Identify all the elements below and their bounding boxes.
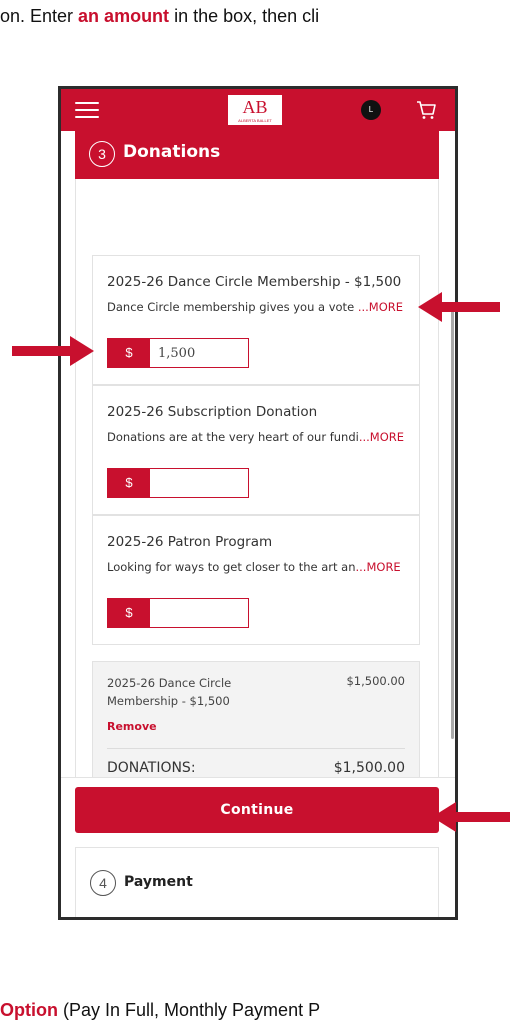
app-header: AB ALBERTA BALLET L xyxy=(61,89,455,131)
instruction-highlight: an amount xyxy=(78,6,170,26)
donation-summary: 2025-26 Dance Circle Membership - $1,500… xyxy=(92,661,420,791)
step-number: 3 xyxy=(89,141,115,167)
amount-input[interactable] xyxy=(154,602,246,624)
continue-bar: Continue xyxy=(61,777,455,846)
more-link[interactable]: ...MORE xyxy=(356,560,401,574)
donation-card-dance-circle: 2025-26 Dance Circle Membership - $1,500… xyxy=(92,255,420,385)
amount-field[interactable]: $ xyxy=(107,338,249,368)
donation-desc-text: Dance Circle membership gives you a vote xyxy=(107,300,358,314)
donation-card-patron: 2025-26 Patron Program Looking for ways … xyxy=(92,515,420,645)
scrollbar[interactable] xyxy=(451,309,454,739)
amount-input[interactable] xyxy=(154,472,246,494)
donation-desc-text: Donations are at the very heart of our f… xyxy=(107,430,359,444)
donation-title: 2025-26 Subscription Donation xyxy=(107,404,318,420)
phone-frame: AB ALBERTA BALLET L 3 Donations 2025-26 D… xyxy=(58,86,458,920)
donation-card-subscription: 2025-26 Subscription Donation Donations … xyxy=(92,385,420,515)
donation-desc: Dance Circle membership gives you a vote… xyxy=(107,300,403,314)
logo-subtext: ALBERTA BALLET xyxy=(238,118,272,123)
instruction-text-top: on. Enter an amount in the box, then cli xyxy=(0,6,319,27)
logo[interactable]: AB ALBERTA BALLET xyxy=(228,95,282,125)
instruction-post: in the box, then cli xyxy=(169,6,320,26)
instruction-post: (Pay In Full, Monthly Payment P xyxy=(57,1000,321,1020)
arrow-right-icon xyxy=(12,336,94,366)
section-title: Payment xyxy=(124,874,193,890)
payment-section-header[interactable]: 4 Payment xyxy=(75,847,439,917)
donation-desc: Donations are at the very heart of our f… xyxy=(107,430,404,444)
instruction-text-bottom: Option (Pay In Full, Monthly Payment P xyxy=(0,1000,320,1021)
donation-title: 2025-26 Dance Circle Membership - $1,500 xyxy=(107,274,402,290)
amount-input[interactable] xyxy=(154,342,246,364)
step-number: 4 xyxy=(90,870,116,896)
avatar[interactable]: L xyxy=(361,100,381,120)
arrow-left-icon xyxy=(418,292,500,322)
amount-field[interactable]: $ xyxy=(107,598,249,628)
summary-total: $1,500.00 xyxy=(333,760,405,776)
currency-label: $ xyxy=(108,599,150,627)
instruction-highlight: Option xyxy=(0,1000,58,1020)
donations-section-body: 2025-26 Dance Circle Membership - $1,500… xyxy=(75,179,439,829)
donation-desc: Looking for ways to get closer to the ar… xyxy=(107,560,401,574)
more-link[interactable]: ...MORE xyxy=(358,300,403,314)
summary-label: DONATIONS: xyxy=(107,760,196,776)
logo-text: AB xyxy=(242,97,268,117)
section-title: Donations xyxy=(123,142,221,162)
donations-section-header[interactable]: 3 Donations xyxy=(75,131,439,179)
donation-title: 2025-26 Patron Program xyxy=(107,534,273,550)
currency-label: $ xyxy=(108,339,150,367)
phone-screen: AB ALBERTA BALLET L 3 Donations 2025-26 D… xyxy=(61,89,455,917)
summary-price: $1,500.00 xyxy=(346,674,405,688)
continue-button[interactable]: Continue xyxy=(75,787,439,833)
currency-label: $ xyxy=(108,469,150,497)
cart-icon[interactable] xyxy=(415,99,437,121)
arrow-left-icon xyxy=(432,802,510,832)
amount-field[interactable]: $ xyxy=(107,468,249,498)
more-link[interactable]: ...MORE xyxy=(359,430,404,444)
remove-link[interactable]: Remove xyxy=(107,720,157,733)
divider xyxy=(107,748,405,749)
donation-desc-text: Looking for ways to get closer to the ar… xyxy=(107,560,356,574)
summary-item: 2025-26 Dance Circle Membership - $1,500 xyxy=(107,676,232,708)
instruction-pre: on. Enter xyxy=(0,6,79,26)
hamburger-icon[interactable] xyxy=(75,102,99,118)
